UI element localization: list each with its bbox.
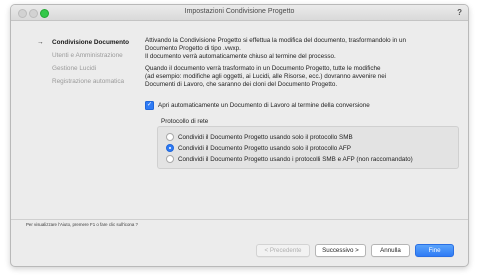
radio-button-icon — [166, 155, 174, 163]
previous-button[interactable]: < Precedente — [256, 244, 310, 257]
sidebar-item-label: Utenti e Amministrazione — [52, 52, 123, 59]
help-hint-text: Per visualizzare l'Aiuto, premere F1 o f… — [26, 222, 138, 227]
working-file-paragraph: Quando il documento verrà trasformato in… — [145, 65, 387, 89]
radio-smb-only[interactable]: Condividi il Documento Progetto usando s… — [166, 133, 353, 141]
protocol-radio-group: Condividi il Documento Progetto usando s… — [157, 126, 459, 169]
sidebar-item-gestione-lucidi[interactable]: Gestione Lucidi — [33, 64, 143, 77]
settings-window: Impostazioni Condivisione Progetto ? → C… — [10, 4, 469, 267]
radio-label: Condividi il Documento Progetto usando s… — [178, 144, 351, 152]
sidebar: → Condivisione Documento Utenti e Ammini… — [33, 38, 143, 90]
sidebar-item-utenti-amministrazione[interactable]: Utenti e Amministrazione — [33, 51, 143, 64]
description-text: Attivando la Condivisione Progetto si ef… — [145, 37, 461, 94]
sidebar-item-label: Condivisione Documento — [52, 39, 130, 46]
cancel-button[interactable]: Annulla — [371, 244, 410, 257]
auto-open-working-file-checkbox[interactable]: ✓ Apri automaticamente un Documento di L… — [145, 101, 370, 110]
checkmark-icon: ✓ — [145, 101, 154, 110]
finish-button[interactable]: Fine — [415, 244, 454, 257]
sidebar-item-condivisione-documento[interactable]: → Condivisione Documento — [33, 38, 143, 51]
sidebar-item-label: Registrazione automatica — [52, 78, 125, 85]
divider — [11, 219, 468, 220]
window-title: Impostazioni Condivisione Progetto — [184, 8, 295, 15]
next-button[interactable]: Successivo > — [315, 244, 366, 257]
arrow-right-icon: → — [37, 39, 44, 46]
help-icon[interactable]: ? — [457, 8, 462, 17]
protocol-group-label: Protocollo di rete — [161, 118, 209, 125]
checkbox-label: Apri automaticamente un Documento di Lav… — [158, 102, 370, 109]
radio-button-selected-icon — [166, 144, 174, 152]
sidebar-item-label: Gestione Lucidi — [52, 65, 97, 72]
title-bar: Impostazioni Condivisione Progetto ? — [11, 5, 468, 21]
intro-paragraph: Attivando la Condivisione Progetto si ef… — [145, 37, 407, 61]
radio-label: Condividi il Documento Progetto usando s… — [178, 133, 353, 141]
radio-afp-only[interactable]: Condividi il Documento Progetto usando s… — [166, 144, 351, 152]
sidebar-item-registrazione-automatica[interactable]: Registrazione automatica — [33, 77, 143, 90]
radio-smb-and-afp[interactable]: Condividi il Documento Progetto usando i… — [166, 155, 413, 163]
radio-button-icon — [166, 133, 174, 141]
radio-label: Condividi il Documento Progetto usando i… — [178, 155, 413, 163]
